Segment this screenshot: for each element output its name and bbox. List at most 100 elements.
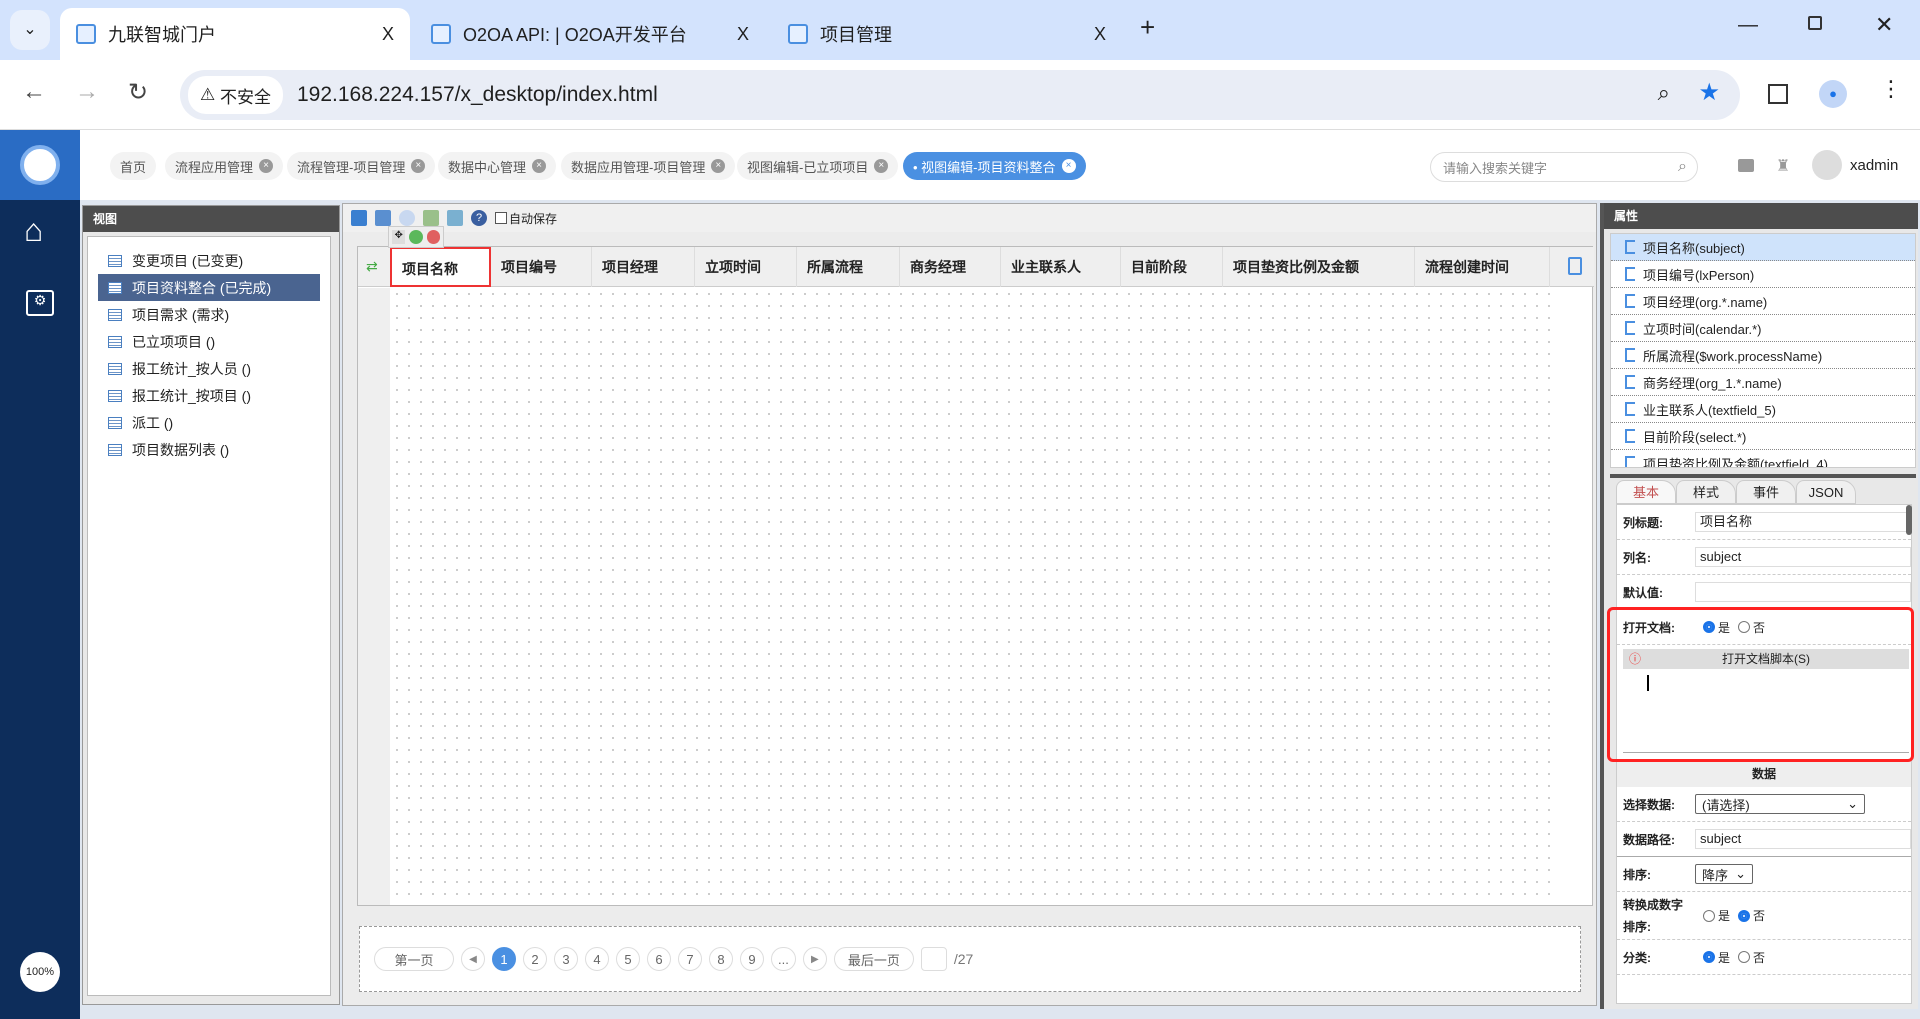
remove-icon[interactable] — [427, 230, 440, 244]
category-no-radio[interactable] — [1738, 951, 1750, 963]
close-window-button[interactable]: ✕ — [1875, 12, 1893, 38]
close-icon[interactable]: × — [874, 159, 888, 173]
view-item[interactable]: 项目需求 (需求) — [98, 301, 320, 328]
view-item[interactable]: 派工 () — [98, 409, 320, 436]
browser-tab[interactable]: 项目管理X — [772, 8, 1122, 60]
close-icon[interactable]: × — [1062, 159, 1076, 173]
next-page-icon[interactable]: ▶ — [803, 947, 827, 971]
close-icon[interactable]: × — [711, 159, 725, 173]
default-value-input[interactable] — [1695, 582, 1911, 602]
logo[interactable] — [0, 130, 80, 200]
last-page-button[interactable]: 最后一页 — [834, 947, 914, 971]
import-icon[interactable] — [447, 210, 463, 226]
column-header-selected[interactable]: 项目名称 — [390, 247, 491, 287]
view-item[interactable]: 已立项项目 () — [98, 328, 320, 355]
app-tab[interactable]: 流程应用管理× — [165, 152, 283, 180]
app-tab[interactable]: 流程管理-项目管理× — [287, 152, 435, 180]
export-icon[interactable] — [423, 210, 439, 226]
column-header[interactable]: 项目编号 — [491, 247, 592, 287]
browser-tab[interactable]: O2OA API: | O2OA开发平台X — [415, 8, 765, 60]
column-header[interactable]: 业主联系人 — [1001, 247, 1121, 287]
prev-page-icon[interactable]: ◀ — [461, 947, 485, 971]
app-tab-home[interactable]: 首页 — [110, 152, 156, 180]
column-title-input[interactable]: 项目名称 — [1695, 512, 1911, 532]
page-button[interactable]: 9 — [740, 947, 764, 971]
field-item[interactable]: 立项时间(calendar.*) — [1611, 315, 1915, 342]
close-tab-icon[interactable]: X — [1094, 24, 1106, 45]
page-button[interactable]: 7 — [678, 947, 702, 971]
view-item[interactable]: 变更项目 (已变更) — [98, 247, 320, 274]
close-tab-icon[interactable]: X — [382, 24, 394, 45]
skin-icon[interactable]: ♜ — [1776, 156, 1790, 176]
refresh-icon[interactable]: ⇄ — [366, 258, 378, 275]
more-pages-button[interactable]: ... — [771, 947, 796, 971]
page-button[interactable]: 6 — [647, 947, 671, 971]
app-tab[interactable]: 数据应用管理-项目管理× — [561, 152, 735, 180]
save-as-icon[interactable] — [375, 210, 391, 226]
field-item[interactable]: 所属流程($work.processName) — [1611, 342, 1915, 369]
page-number-input[interactable] — [921, 947, 947, 971]
reload-icon[interactable]: ↻ — [128, 78, 148, 107]
column-header[interactable]: 商务经理 — [900, 247, 1001, 287]
tab-events[interactable]: 事件 — [1736, 480, 1796, 504]
app-tab[interactable]: 视图编辑-已立项项目× — [737, 152, 898, 180]
data-path-input[interactable]: subject — [1695, 829, 1911, 849]
tab-search-button[interactable]: ⌄ — [10, 10, 50, 50]
move-icon[interactable]: ✥ — [392, 230, 405, 244]
page-button-current[interactable]: 1 — [492, 947, 516, 971]
column-header[interactable]: 所属流程 — [797, 247, 900, 287]
close-icon[interactable]: × — [411, 159, 425, 173]
field-item[interactable]: 业主联系人(textfield_5) — [1611, 396, 1915, 423]
select-data-dropdown[interactable]: (请选择)⌄ — [1695, 794, 1865, 814]
field-item[interactable]: 商务经理(org_1.*.name) — [1611, 369, 1915, 396]
scrollbar[interactable] — [1906, 505, 1912, 535]
autosave-checkbox[interactable]: 自动保存 — [495, 210, 557, 227]
view-item[interactable]: 报工统计_按人员 () — [98, 355, 320, 382]
checkbox-box[interactable] — [495, 212, 507, 224]
field-item[interactable]: 项目经理(org.*.name) — [1611, 288, 1915, 315]
close-icon[interactable]: × — [532, 159, 546, 173]
tab-basic[interactable]: 基本 — [1616, 480, 1676, 504]
view-item-selected[interactable]: 项目资料整合 (已完成) — [98, 274, 320, 301]
side-panel-icon[interactable] — [1768, 84, 1788, 104]
view-item[interactable]: 报工统计_按项目 () — [98, 382, 320, 409]
preview-eye-icon[interactable] — [399, 210, 415, 226]
page-button[interactable]: 8 — [709, 947, 733, 971]
new-tab-button[interactable]: + — [1140, 12, 1155, 43]
page-button[interactable]: 5 — [616, 947, 640, 971]
column-header[interactable]: 立项时间 — [695, 247, 797, 287]
field-item[interactable]: 项目编号(lxPerson) — [1611, 261, 1915, 288]
zoom-icon[interactable]: ⌕ — [1658, 80, 1670, 106]
message-icon[interactable] — [1738, 159, 1754, 172]
sort-dropdown[interactable]: 降序⌄ — [1695, 864, 1753, 884]
close-tab-icon[interactable]: X — [737, 24, 749, 45]
home-icon[interactable]: ⌂ — [24, 212, 43, 249]
restore-button[interactable] — [1808, 16, 1822, 30]
page-button[interactable]: 3 — [554, 947, 578, 971]
username[interactable]: xadmin — [1850, 157, 1898, 174]
category-yes-radio[interactable] — [1703, 951, 1715, 963]
search-icon[interactable]: ⌕ — [1678, 158, 1687, 176]
tab-json[interactable]: JSON — [1796, 480, 1856, 504]
forward-icon[interactable]: → — [75, 78, 99, 106]
menu-icon[interactable]: ⋮ — [1880, 76, 1902, 102]
first-page-button[interactable]: 第一页 — [374, 947, 454, 971]
profile-icon[interactable]: ● — [1819, 80, 1847, 108]
to-number-no-radio[interactable] — [1738, 910, 1750, 922]
back-icon[interactable]: ← — [22, 78, 46, 106]
search-input[interactable]: 请输入搜索关键字⌕ — [1430, 152, 1698, 182]
page-button[interactable]: 4 — [585, 947, 609, 971]
app-tab-active[interactable]: • 视图编辑-项目资料整合× — [903, 152, 1086, 180]
bookmark-star-icon[interactable]: ★ — [1698, 78, 1720, 107]
help-icon[interactable]: ? — [471, 210, 487, 226]
browser-tab-active[interactable]: 九联智城门户X — [60, 8, 410, 60]
app-tab[interactable]: 数据中心管理× — [438, 152, 556, 180]
add-icon[interactable] — [409, 230, 422, 244]
column-name-input[interactable]: subject — [1695, 547, 1911, 567]
security-indicator[interactable]: ⚠ 不安全 — [188, 76, 283, 114]
address-bar[interactable]: ⚠ 不安全 192.168.224.157/x_desktop/index.ht… — [180, 70, 1740, 120]
column-header[interactable]: 目前阶段 — [1121, 247, 1223, 287]
minimize-button[interactable]: — — [1738, 14, 1758, 37]
app-manager-icon[interactable]: ⚙ — [26, 290, 54, 316]
url-text[interactable]: 192.168.224.157/x_desktop/index.html — [297, 83, 658, 107]
